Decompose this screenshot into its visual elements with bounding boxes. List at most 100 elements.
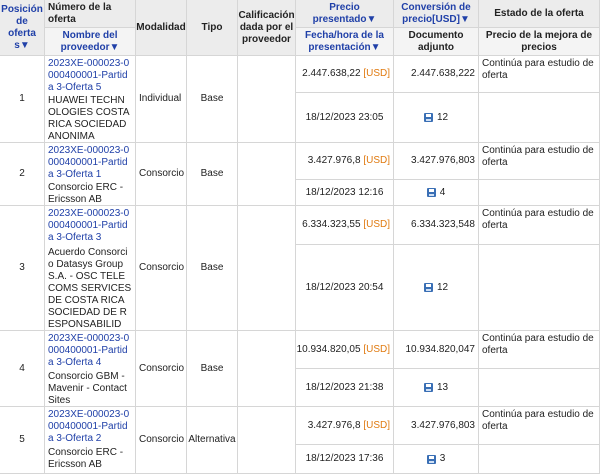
row-1-best-price xyxy=(479,93,600,143)
header-rating-label: Calificación dada por el proveedor xyxy=(238,9,295,45)
row-2-offer-number-link[interactable]: 2023XE-000023-0000400001-Partida 3-Ofert… xyxy=(48,145,129,180)
row-3-conversion: 6.334.323,548 xyxy=(394,206,479,245)
row-1-conversion: 2.447.638,222 xyxy=(394,56,479,93)
row-3-docs[interactable]: 12 xyxy=(394,245,479,331)
row-4-docs-count[interactable]: 13 xyxy=(437,382,448,394)
header-offer-number: Número de la oferta xyxy=(45,0,136,28)
header-price-presented-label[interactable]: Precio presentado▼ xyxy=(299,2,390,26)
row-4-conversion-value: 10.934.820,047 xyxy=(405,343,475,355)
row-2-modality: Consorcio xyxy=(136,143,187,206)
save-icon[interactable] xyxy=(423,113,433,122)
row-1-docs-count[interactable]: 12 xyxy=(437,112,448,124)
row-3-position-value: 3 xyxy=(19,262,25,273)
header-datetime-presented-label[interactable]: Fecha/hora de la presentación▼ xyxy=(299,30,390,54)
row-3-datetime: 18/12/2023 20:54 xyxy=(296,245,394,331)
row-3-docs-count[interactable]: 12 xyxy=(437,282,448,294)
save-icon[interactable] xyxy=(426,188,436,197)
row-5-type-value: Alternativa xyxy=(188,434,236,445)
header-position-label[interactable]: Posición de oferta s▼ xyxy=(1,4,43,52)
row-4-status-value: Continúa para estudio de oferta xyxy=(482,333,594,356)
row-2-status-value: Continúa para estudio de oferta xyxy=(482,145,594,168)
row-3-position: 3 xyxy=(0,206,45,331)
row-2-position-value: 2 xyxy=(19,168,25,179)
row-4-offer-number[interactable]: 2023XE-000023-0000400001-Partida 3-Ofert… xyxy=(45,331,136,369)
header-offer-status: Estado de la oferta xyxy=(479,0,600,28)
row-1-position: 1 xyxy=(0,56,45,143)
row-4-supplier-name: Consorcio GBM - Mavenir - Contact Sites xyxy=(48,371,127,406)
row-2-position: 2 xyxy=(0,143,45,206)
row-4-modality-value: Consorcio xyxy=(139,362,185,374)
row-3-rating xyxy=(238,206,296,331)
row-4-status: Continúa para estudio de oferta xyxy=(479,331,600,369)
row-2-status: Continúa para estudio de oferta xyxy=(479,143,600,180)
row-3-type: Base xyxy=(187,206,238,331)
row-1-price-value: 2.447.638,22 xyxy=(302,68,361,79)
row-3-modality-value: Consorcio xyxy=(139,262,185,273)
row-3-currency: [USD] xyxy=(363,219,390,230)
row-5-docs-count[interactable]: 3 xyxy=(440,453,446,465)
row-4-supplier: Consorcio GBM - Mavenir - Contact Sites xyxy=(45,369,136,407)
header-price-conversion-label[interactable]: Conversión de precio[USD]▼ xyxy=(397,2,475,26)
row-4-offer-number-link[interactable]: 2023XE-000023-0000400001-Partida 3-Ofert… xyxy=(48,333,129,368)
header-datetime-presented[interactable]: Fecha/hora de la presentación▼ xyxy=(296,28,394,56)
row-4-position: 4 xyxy=(0,331,45,407)
row-1-modality-value: Individual xyxy=(139,93,182,104)
header-attached-doc-label: Documento adjunto xyxy=(408,29,464,53)
row-3-supplier-name: Acuerdo Consorcio Datasys Group S.A. - O… xyxy=(48,247,132,330)
row-2-price-value: 3.427.976,8 xyxy=(307,155,361,166)
row-5-offer-number-link[interactable]: 2023XE-000023-0000400001-Partida 3-Ofert… xyxy=(48,409,129,444)
row-4-datetime-value: 18/12/2023 21:38 xyxy=(305,381,384,393)
row-4-conversion: 10.934.820,047 xyxy=(394,331,479,369)
row-2-offer-number[interactable]: 2023XE-000023-0000400001-Partida 3-Ofert… xyxy=(45,143,136,180)
row-2-docs-count[interactable]: 4 xyxy=(440,187,446,199)
row-1-datetime-value: 18/12/2023 23:05 xyxy=(305,111,384,123)
header-supplier-name[interactable]: Nombre del proveedor▼ xyxy=(45,28,136,56)
row-2-currency: [USD] xyxy=(363,155,390,166)
row-5-supplier-name: Consorcio ERC - Ericsson AB xyxy=(48,447,124,470)
row-2-best-price xyxy=(479,180,600,206)
row-5-position-value: 5 xyxy=(19,434,25,445)
row-3-offer-number-link[interactable]: 2023XE-000023-0000400001-Partida 3-Ofert… xyxy=(48,208,129,243)
row-3-conversion-value: 6.334.323,548 xyxy=(411,219,475,230)
row-1-offer-number-link[interactable]: 2023XE-000023-0000400001-Partida 3-Ofert… xyxy=(48,58,129,93)
row-4-best-price xyxy=(479,369,600,407)
row-5-conversion: 3.427.976,803 xyxy=(394,407,479,445)
row-5-modality: Consorcio xyxy=(136,407,187,474)
row-1-rating xyxy=(238,56,296,143)
row-2-price: 3.427.976,8 [USD] xyxy=(296,143,394,180)
row-3-status: Continúa para estudio de oferta xyxy=(479,206,600,245)
row-5-best-price xyxy=(479,445,600,474)
header-price-presented[interactable]: Precio presentado▼ xyxy=(296,0,394,28)
row-5-offer-number[interactable]: 2023XE-000023-0000400001-Partida 3-Ofert… xyxy=(45,407,136,445)
row-5-conversion-value: 3.427.976,803 xyxy=(411,419,475,431)
row-3-offer-number[interactable]: 2023XE-000023-0000400001-Partida 3-Ofert… xyxy=(45,206,136,245)
offers-table: Posición de oferta s▼ Número de la ofert… xyxy=(0,0,600,474)
row-1-supplier: HUAWEI TECHNOLOGIES COSTA RICA SOCIEDAD … xyxy=(45,93,136,143)
row-1-status: Continúa para estudio de oferta xyxy=(479,56,600,93)
save-icon[interactable] xyxy=(423,283,433,292)
row-5-docs[interactable]: 3 xyxy=(394,445,479,474)
header-best-price: Precio de la mejora de precios xyxy=(479,28,600,56)
header-price-conversion[interactable]: Conversión de precio[USD]▼ xyxy=(394,0,479,28)
row-5-price-value: 3.427.976,8 xyxy=(307,419,361,431)
row-5-status-value: Continúa para estudio de oferta xyxy=(482,409,594,432)
row-5-datetime: 18/12/2023 17:36 xyxy=(296,445,394,474)
row-1-docs[interactable]: 12 xyxy=(394,93,479,143)
row-1-offer-number[interactable]: 2023XE-000023-0000400001-Partida 3-Ofert… xyxy=(45,56,136,93)
row-4-docs[interactable]: 13 xyxy=(394,369,479,407)
row-5-type: Alternativa xyxy=(187,407,238,474)
header-position[interactable]: Posición de oferta s▼ xyxy=(0,0,45,56)
row-2-docs[interactable]: 4 xyxy=(394,180,479,206)
save-icon[interactable] xyxy=(426,454,436,464)
row-4-price-value: 10.934.820,05 xyxy=(296,343,361,355)
row-2-type: Base xyxy=(187,143,238,206)
row-2-conversion-value: 3.427.976,803 xyxy=(411,155,475,166)
header-attached-doc: Documento adjunto xyxy=(394,28,479,56)
row-2-modality-value: Consorcio xyxy=(139,168,185,179)
save-icon[interactable] xyxy=(423,383,433,392)
row-5-status: Continúa para estudio de oferta xyxy=(479,407,600,445)
header-type-label: Tipo xyxy=(201,21,223,33)
row-2-supplier: Consorcio ERC - Ericsson AB xyxy=(45,180,136,206)
row-3-status-value: Continúa para estudio de oferta xyxy=(482,208,594,231)
header-supplier-name-label[interactable]: Nombre del proveedor▼ xyxy=(48,30,132,54)
